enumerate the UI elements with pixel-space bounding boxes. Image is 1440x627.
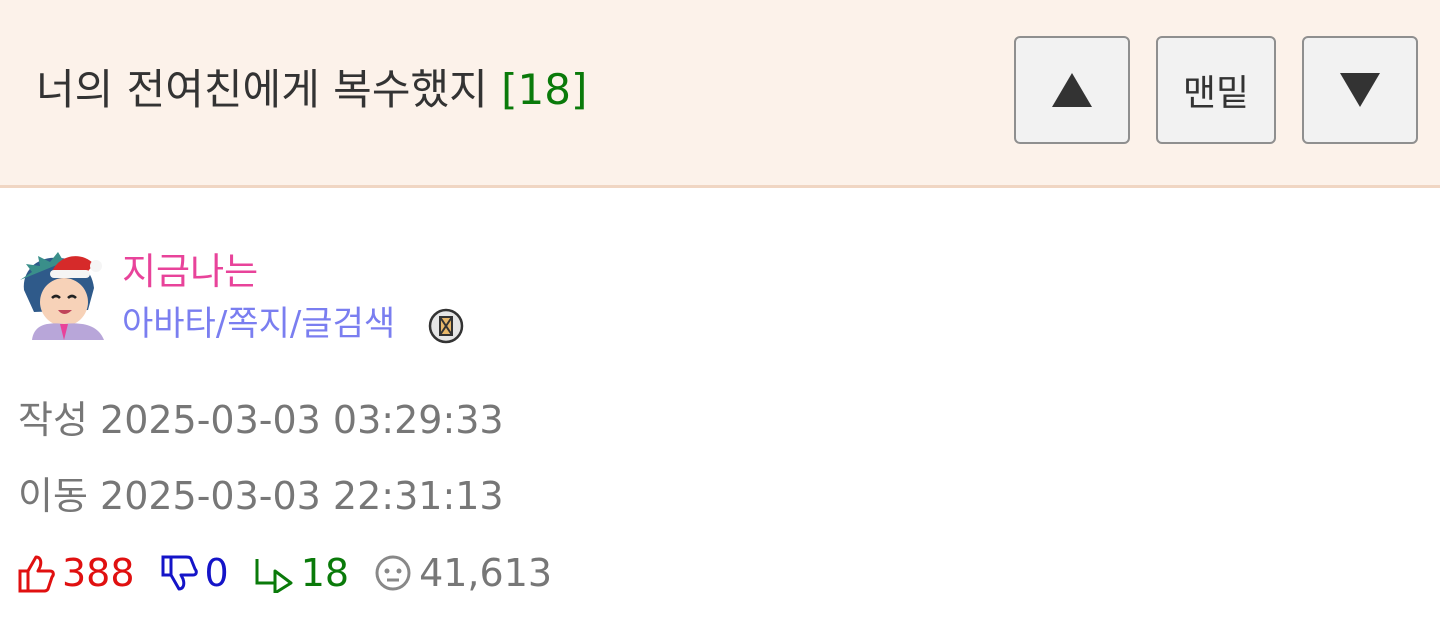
- author-nickname[interactable]: 지금나는: [122, 250, 258, 294]
- moved-time-row: 이동 2025-03-03 22:31:13: [18, 472, 504, 520]
- post-stats: 388 0 18 41,613: [16, 548, 576, 598]
- replies-count: 18: [300, 551, 350, 595]
- dislikes-count: 0: [204, 551, 229, 595]
- avatar[interactable]: [18, 250, 106, 340]
- written-label: 작성: [18, 398, 88, 442]
- post-title-text: 너의 전여친에게 복수했지: [36, 65, 488, 114]
- likes-stat[interactable]: 388: [16, 551, 135, 595]
- moved-label: 이동: [18, 474, 88, 518]
- go-bottom-button[interactable]: 맨밑: [1156, 36, 1276, 144]
- post-header: 너의 전여친에게 복수했지 [18] 맨밑: [0, 0, 1440, 188]
- written-time-row: 작성 2025-03-03 03:29:33: [18, 396, 504, 444]
- comment-count[interactable]: [18]: [501, 65, 587, 114]
- scroll-down-button[interactable]: [1302, 36, 1418, 144]
- moved-time: 2025-03-03 22:31:13: [100, 474, 504, 518]
- replies-stat[interactable]: 18: [253, 551, 349, 595]
- post-title: 너의 전여친에게 복수했지 [18]: [36, 62, 587, 118]
- thumbs-down-icon: [161, 555, 198, 591]
- views-count: 41,613: [419, 551, 553, 595]
- likes-count: 388: [62, 551, 135, 595]
- level-badge-icon: [428, 308, 464, 344]
- views-face-icon: [375, 555, 411, 591]
- thumbs-up-icon: [18, 555, 55, 593]
- reply-arrow-icon: [255, 559, 293, 593]
- author-links[interactable]: 아바타/쪽지/글검색: [122, 302, 395, 346]
- triangle-down-icon: [1340, 73, 1380, 107]
- written-time: 2025-03-03 03:29:33: [100, 398, 504, 442]
- scroll-up-button[interactable]: [1014, 36, 1130, 144]
- go-bottom-label: 맨밑: [1182, 73, 1250, 114]
- triangle-up-icon: [1052, 73, 1092, 107]
- views-stat: 41,613: [373, 551, 552, 595]
- dislikes-stat[interactable]: 0: [159, 551, 229, 595]
